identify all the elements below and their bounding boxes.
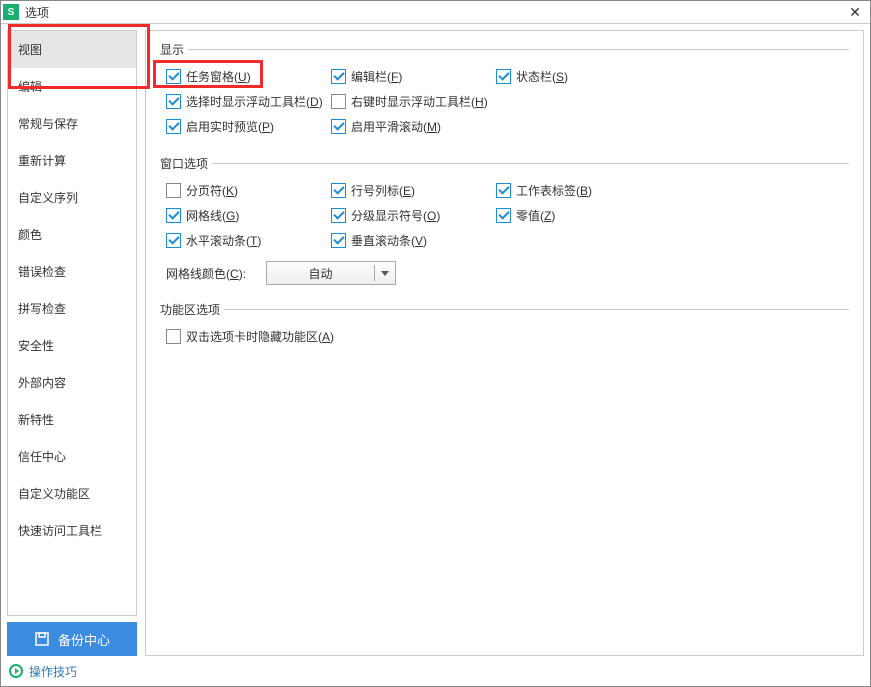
sidebar-item-label: 快速访问工具栏 <box>18 524 102 538</box>
sidebar-item-view[interactable]: 视图 <box>8 31 136 68</box>
sidebar-item-label: 新特性 <box>18 413 54 427</box>
chk-outline-symbols[interactable]: 分级显示符号(O) <box>331 207 440 224</box>
dialog-title: 选项 <box>25 4 840 21</box>
close-icon[interactable]: ✕ <box>840 4 870 21</box>
sidebar-item-security[interactable]: 安全性 <box>8 327 136 364</box>
chk-live-preview[interactable]: 启用实时预览(P) <box>166 118 274 135</box>
sidebar-item-edit[interactable]: 编辑 <box>8 68 136 105</box>
sidebar-item-label: 安全性 <box>18 339 54 353</box>
backup-icon <box>34 631 50 647</box>
group-ribbon: 功能区选项 双击选项卡时隐藏功能区(A) <box>160 301 849 351</box>
titlebar: S 选项 ✕ <box>1 1 870 24</box>
chk-task-pane[interactable]: 任务窗格(U) <box>166 68 251 85</box>
chk-rclick-float-toolbar[interactable]: 右键时显示浮动工具栏(H) <box>331 93 488 110</box>
sidebar-item-colors[interactable]: 颜色 <box>8 216 136 253</box>
group-display-title: 显示 <box>160 41 188 58</box>
sidebar-item-label: 颜色 <box>18 228 42 242</box>
sidebar-item-label: 拼写检查 <box>18 302 66 316</box>
grid-color-label: 网格线颜色(C): <box>166 265 246 282</box>
group-display: 显示 任务窗格(U) 编辑栏(F) 状态栏(S) 选择时显示浮动工具栏(D) 右… <box>160 41 849 139</box>
sidebar-item-label: 外部内容 <box>18 376 66 390</box>
sidebar-item-label: 常规与保存 <box>18 117 78 131</box>
app-icon: S <box>3 4 19 20</box>
chevron-down-icon <box>381 271 389 276</box>
sidebar-item-general-save[interactable]: 常规与保存 <box>8 105 136 142</box>
group-ribbon-title: 功能区选项 <box>160 301 224 318</box>
sidebar-item-label: 重新计算 <box>18 154 66 168</box>
footer: 操作技巧 <box>1 656 870 686</box>
grid-color-select[interactable]: 自动 <box>266 261 396 285</box>
chk-status-bar[interactable]: 状态栏(S) <box>496 68 568 85</box>
chk-sheet-tabs[interactable]: 工作表标签(B) <box>496 182 592 199</box>
sidebar-item-label: 编辑 <box>18 80 42 94</box>
chk-dblclick-hide-ribbon[interactable]: 双击选项卡时隐藏功能区(A) <box>166 328 334 345</box>
grid-color-value: 自动 <box>273 265 368 282</box>
sidebar-item-label: 信任中心 <box>18 450 66 464</box>
chk-edit-bar[interactable]: 编辑栏(F) <box>331 68 402 85</box>
sidebar-item-error-check[interactable]: 错误检查 <box>8 253 136 290</box>
sidebar-item-quick-access[interactable]: 快速访问工具栏 <box>8 512 136 549</box>
sidebar-item-external-content[interactable]: 外部内容 <box>8 364 136 401</box>
play-icon <box>9 664 23 678</box>
sidebar-item-spell-check[interactable]: 拼写检查 <box>8 290 136 327</box>
sidebar-item-recalc[interactable]: 重新计算 <box>8 142 136 179</box>
sidebar-item-trust-center[interactable]: 信任中心 <box>8 438 136 475</box>
content-panel: 显示 任务窗格(U) 编辑栏(F) 状态栏(S) 选择时显示浮动工具栏(D) 右… <box>145 30 864 656</box>
chk-gridlines[interactable]: 网格线(G) <box>166 207 239 224</box>
options-dialog: S 选项 ✕ 视图 编辑 常规与保存 重新计算 自定义序列 颜色 错误检查 拼写… <box>0 0 871 687</box>
chk-row-col-headers[interactable]: 行号列标(E) <box>331 182 415 199</box>
chk-page-break[interactable]: 分页符(K) <box>166 182 238 199</box>
chk-hscroll[interactable]: 水平滚动条(T) <box>166 232 261 249</box>
sidebar: 视图 编辑 常规与保存 重新计算 自定义序列 颜色 错误检查 拼写检查 安全性 … <box>7 30 137 616</box>
group-window: 窗口选项 分页符(K) 行号列标(E) 工作表标签(B) 网格线(G) 分级显示… <box>160 155 849 285</box>
chk-smooth-scroll[interactable]: 启用平滑滚动(M) <box>331 118 441 135</box>
sidebar-item-label: 错误检查 <box>18 265 66 279</box>
group-window-title: 窗口选项 <box>160 155 212 172</box>
chk-vscroll[interactable]: 垂直滚动条(V) <box>331 232 427 249</box>
sidebar-item-customize-ribbon[interactable]: 自定义功能区 <box>8 475 136 512</box>
sidebar-item-custom-lists[interactable]: 自定义序列 <box>8 179 136 216</box>
sidebar-item-label: 自定义功能区 <box>18 487 90 501</box>
tips-link[interactable]: 操作技巧 <box>29 663 77 680</box>
chk-sel-float-toolbar[interactable]: 选择时显示浮动工具栏(D) <box>166 93 323 110</box>
chk-zero-values[interactable]: 零值(Z) <box>496 207 555 224</box>
backup-center-button[interactable]: 备份中心 <box>7 622 137 656</box>
sidebar-item-label: 自定义序列 <box>18 191 78 205</box>
sidebar-item-label: 视图 <box>18 43 42 57</box>
backup-label: 备份中心 <box>58 630 110 649</box>
sidebar-item-new-features[interactable]: 新特性 <box>8 401 136 438</box>
